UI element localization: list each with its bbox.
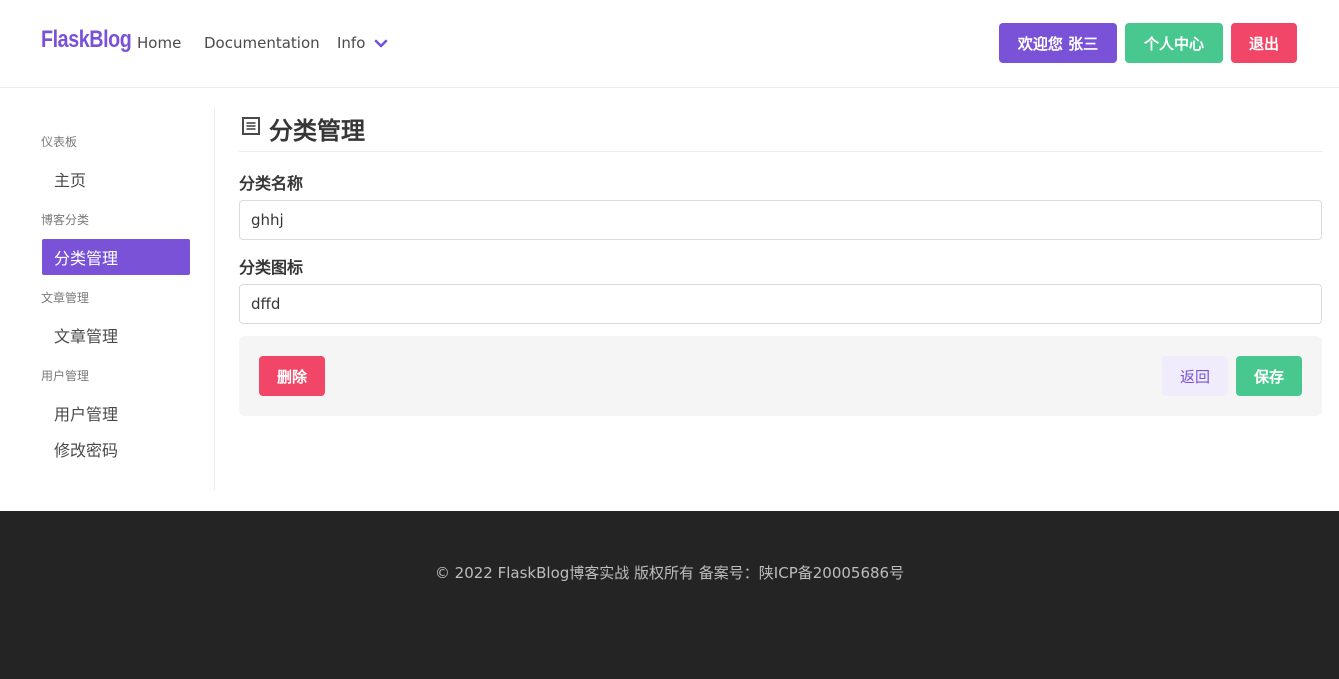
footer-copyright: © 2022 FlaskBlog博客实战 版权所有 备案号：陕ICP备20005… xyxy=(434,564,905,582)
menu-label-article: 文章管理 xyxy=(41,291,90,305)
profile-center-button[interactable]: 个人中心 xyxy=(1125,23,1223,63)
sidebar-item-change-password[interactable]: 修改密码 xyxy=(42,431,190,467)
delete-button[interactable]: 删除 xyxy=(259,356,325,396)
page-footer: © 2022 FlaskBlog博客实战 版权所有 备案号：陕ICP备20005… xyxy=(0,511,1339,679)
sidebar-item-user-management[interactable]: 用户管理 xyxy=(42,395,190,431)
category-name-input[interactable] xyxy=(239,200,1322,240)
main-content: 分类管理 分类名称 分类图标 删除 返回 保存 xyxy=(239,108,1323,428)
category-icon-input[interactable] xyxy=(239,284,1322,324)
brand-logo[interactable]: FlaskBlog xyxy=(41,26,132,54)
back-button[interactable]: 返回 xyxy=(1162,356,1228,396)
logout-button[interactable]: 退出 xyxy=(1231,23,1297,63)
welcome-user-button[interactable]: 欢迎您 张三 xyxy=(999,23,1117,63)
save-button[interactable]: 保存 xyxy=(1236,356,1302,396)
chevron-down-icon[interactable] xyxy=(373,37,389,51)
sidebar-item-home[interactable]: 主页 xyxy=(42,161,190,197)
sidebar-item-category-management[interactable]: 分类管理 xyxy=(42,239,190,275)
page-header: 分类管理 xyxy=(239,108,1323,152)
sidebar-menu: 仪表板 主页 博客分类 分类管理 文章管理 文章管理 用户管理 用户管理 修改密… xyxy=(41,108,215,491)
category-name-label: 分类名称 xyxy=(239,174,304,193)
list-alt-icon xyxy=(242,117,260,135)
form-actions: 删除 返回 保存 xyxy=(239,336,1322,416)
nav-home-link[interactable]: Home xyxy=(137,34,181,52)
page-title: 分类管理 xyxy=(269,117,365,145)
nav-info-dropdown[interactable]: Info xyxy=(337,34,365,52)
category-icon-label: 分类图标 xyxy=(239,258,304,277)
top-navbar: FlaskBlog Home Documentation Info 欢迎您 张三… xyxy=(0,0,1339,88)
nav-documentation-link[interactable]: Documentation xyxy=(204,34,320,52)
menu-label-user: 用户管理 xyxy=(41,369,90,383)
sidebar-item-article-management[interactable]: 文章管理 xyxy=(42,317,190,353)
menu-label-dashboard: 仪表板 xyxy=(41,135,78,149)
menu-label-blog-category: 博客分类 xyxy=(41,213,90,227)
